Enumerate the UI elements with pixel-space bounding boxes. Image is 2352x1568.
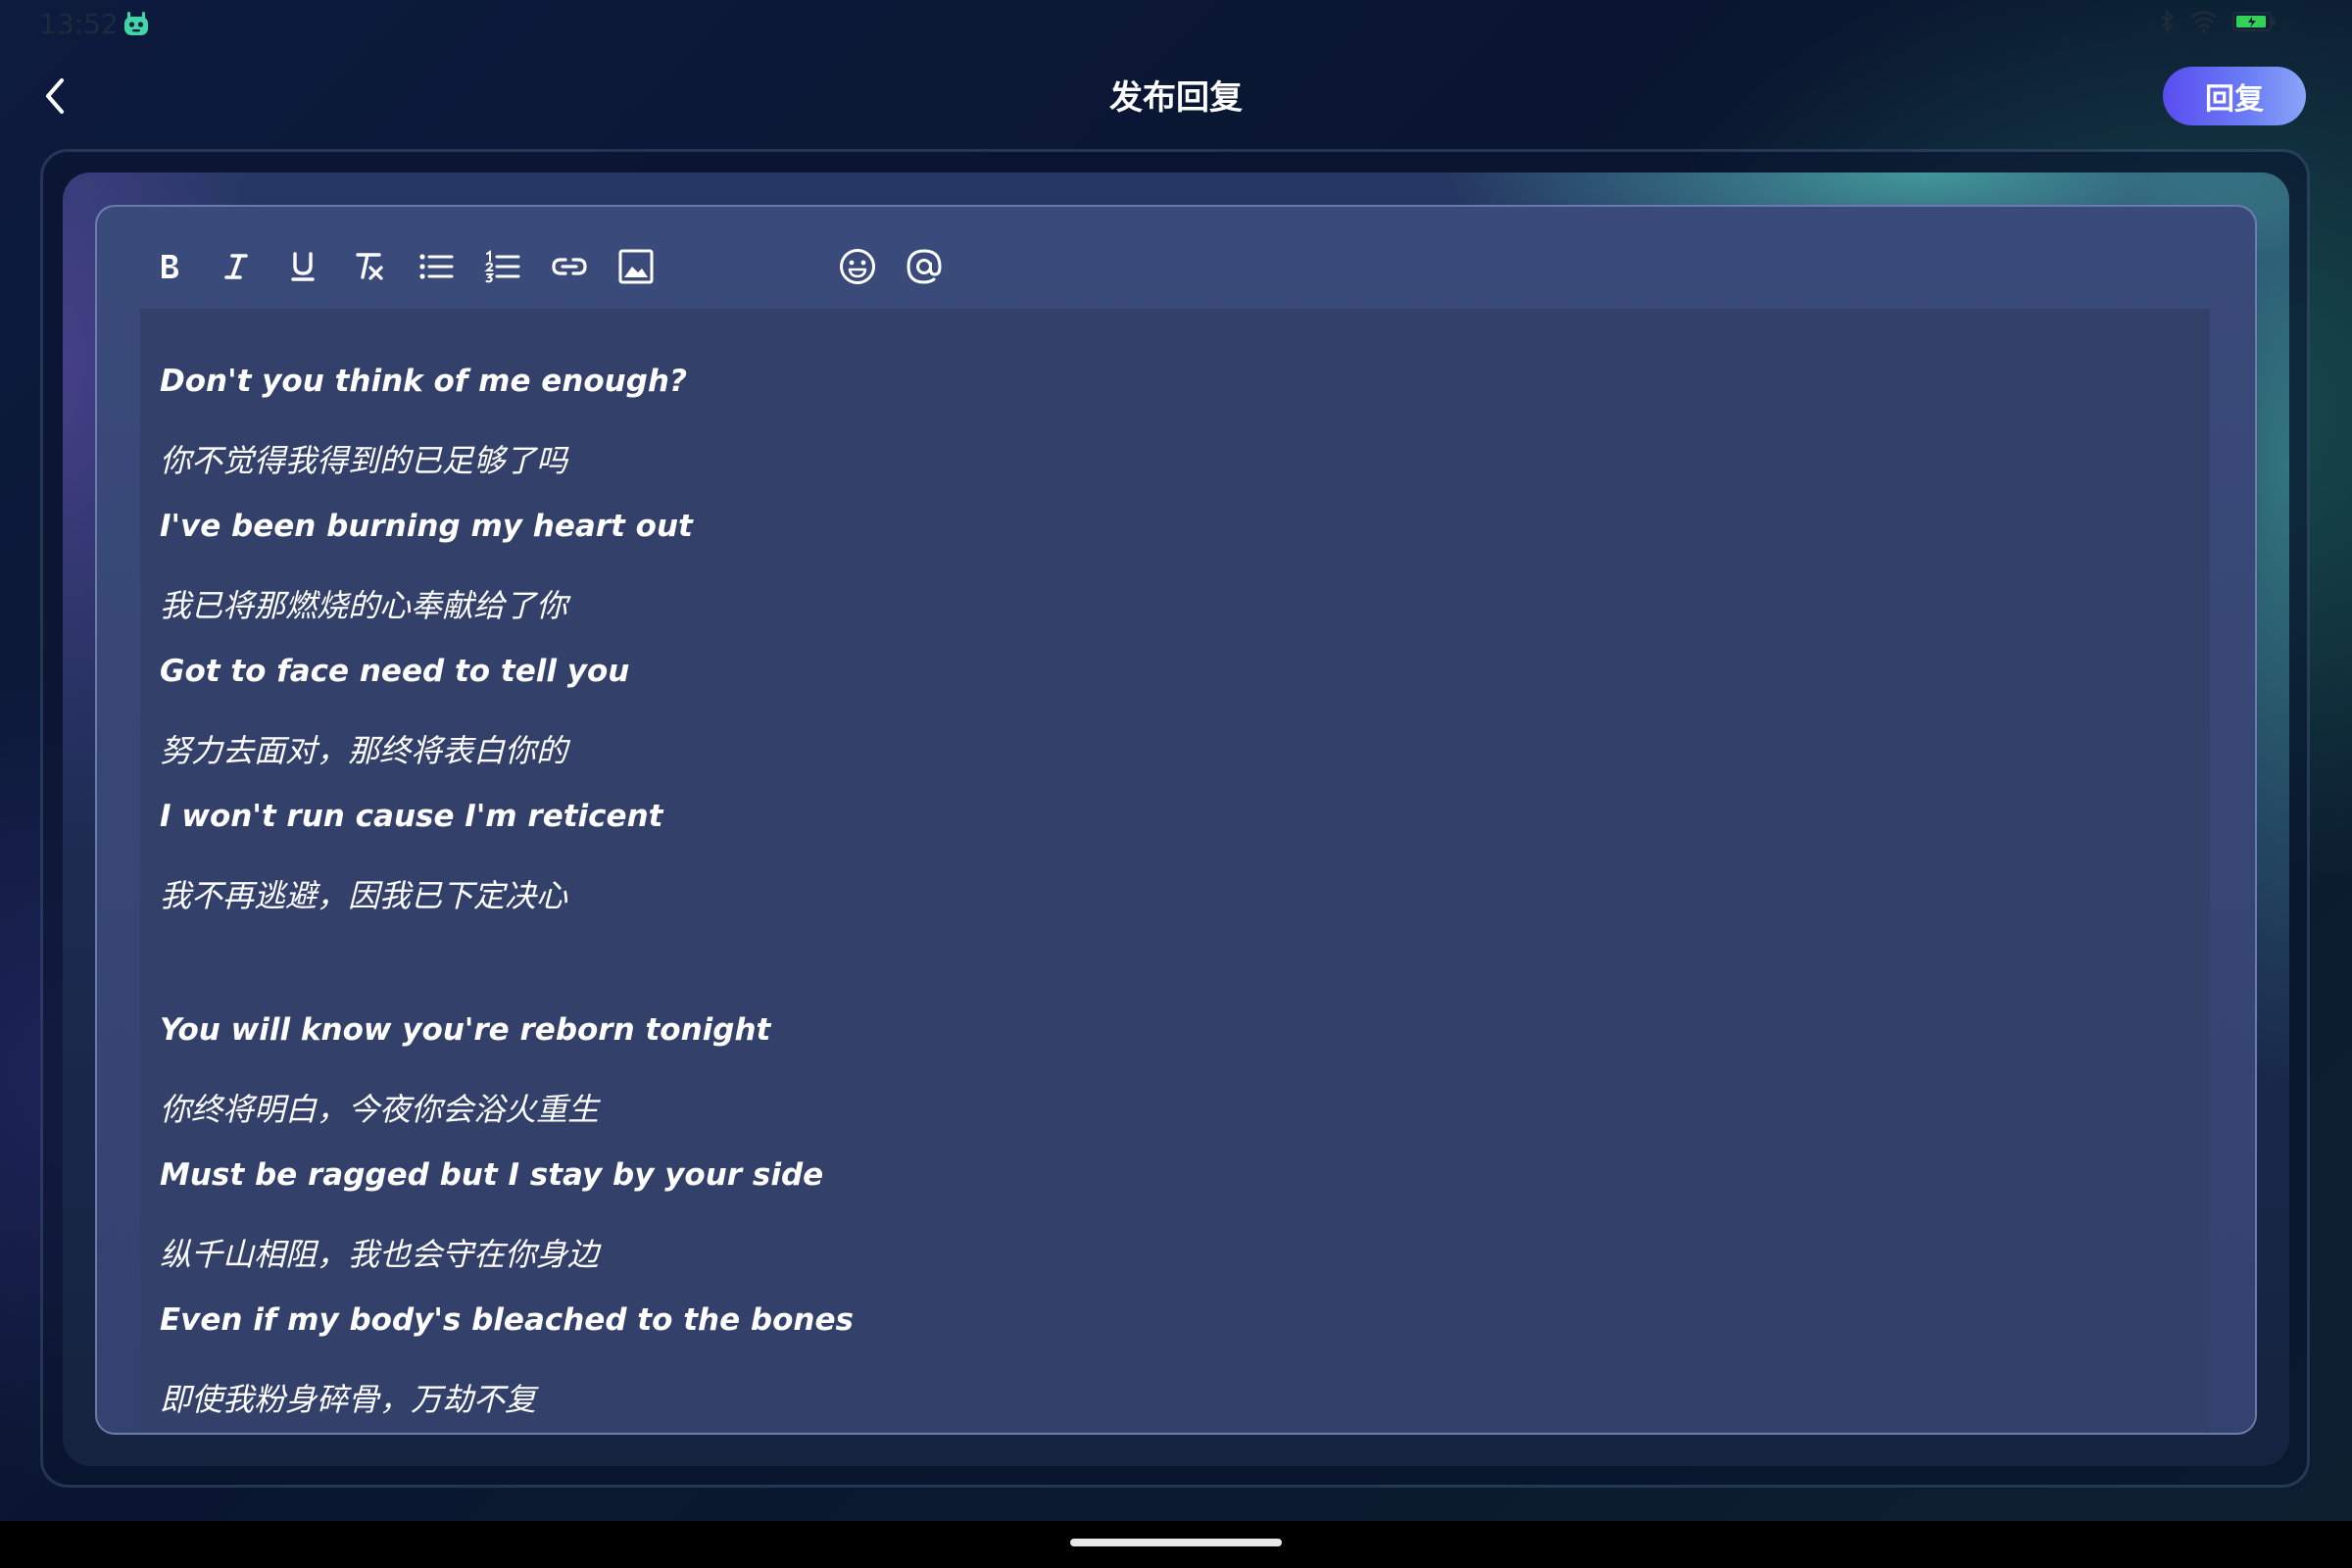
- reply-button[interactable]: 回复: [2163, 67, 2306, 125]
- lyric-line-zh: 我已将那燃烧的心奉献给了你: [160, 587, 568, 624]
- wifi-icon: [2189, 10, 2219, 37]
- italic-icon: [224, 254, 248, 279]
- bold-button[interactable]: [136, 233, 203, 300]
- mention-icon: [906, 249, 942, 284]
- emoji-button[interactable]: [824, 233, 891, 300]
- lyric-line-zh: 即使我粉身碎骨，万劫不复: [160, 1381, 537, 1418]
- formatting-toolbar: [136, 232, 957, 301]
- page-title: 发布回复: [1109, 78, 1243, 118]
- clear-format-icon: [356, 253, 383, 280]
- lyric-line-zh: 努力去面对，那终将表白你的: [160, 732, 568, 769]
- numbered-list-icon: [484, 250, 520, 283]
- link-icon: [552, 258, 587, 275]
- status-time: 13:52: [39, 8, 119, 40]
- lyric-line-zh: 我不再逃避，因我已下定决心: [160, 877, 568, 914]
- battery-icon: [2232, 10, 2278, 37]
- app-notification-icon: [122, 10, 151, 37]
- bullet-list-button[interactable]: [403, 233, 469, 300]
- image-button[interactable]: [603, 233, 669, 300]
- numbered-list-button[interactable]: [469, 233, 536, 300]
- image-icon: [618, 249, 654, 284]
- bold-icon: [162, 255, 178, 278]
- lyric-line-zh: 你终将明白，今夜你会浴火重生: [160, 1091, 600, 1128]
- bluetooth-icon: [2158, 9, 2176, 38]
- lyric-line-en: You will know you're reborn tonight: [160, 1012, 771, 1048]
- lyric-line-en: Even if my body's bleached to the bones: [160, 1302, 854, 1338]
- home-indicator[interactable]: [1070, 1539, 1282, 1546]
- lyric-line-en: I won't run cause I'm reticent: [160, 799, 663, 834]
- lyric-line-zh: 纵千山相阻，我也会守在你身边: [160, 1236, 600, 1273]
- lyric-line-en: I've been burning my heart out: [160, 509, 693, 544]
- mention-button[interactable]: [891, 233, 957, 300]
- lyric-line-en: Must be ragged but I stay by your side: [160, 1157, 824, 1193]
- link-button[interactable]: [536, 233, 603, 300]
- editor-card: Don't you think of me enough? 你不觉得我得到的已足…: [95, 205, 2257, 1435]
- italic-button[interactable]: [203, 233, 270, 300]
- clear-format-button[interactable]: [336, 233, 403, 300]
- lyric-line-en: Got to face need to tell you: [160, 654, 630, 689]
- status-icons: [2158, 9, 2278, 38]
- lyric-line-zh: 你不觉得我得到的已足够了吗: [160, 442, 568, 479]
- underline-icon: [291, 252, 315, 281]
- emoji-icon: [840, 249, 875, 284]
- editor-text-area[interactable]: Don't you think of me enough? 你不觉得我得到的已足…: [140, 309, 2210, 1433]
- system-navigation-bar: [0, 1521, 2352, 1568]
- underline-button[interactable]: [270, 233, 336, 300]
- lyric-line-en: Don't you think of me enough?: [160, 364, 687, 399]
- status-bar: 13:52: [0, 0, 2352, 47]
- bullet-list-icon: [419, 254, 454, 279]
- header: 发布回复 回复: [0, 47, 2352, 145]
